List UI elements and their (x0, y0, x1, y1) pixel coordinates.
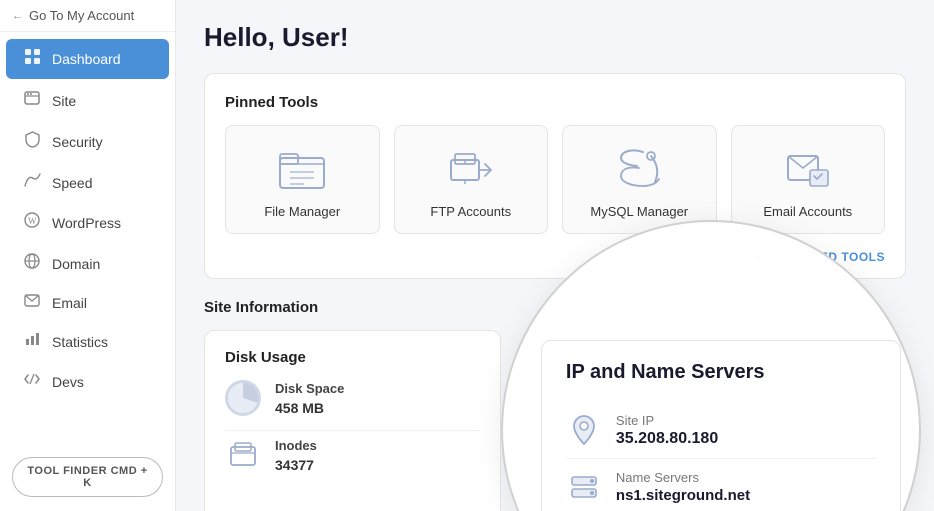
disk-usage-title: Disk Usage (225, 349, 480, 366)
security-label: Security (52, 134, 103, 150)
ftp-accounts-icon (441, 144, 501, 194)
ip-name-servers-card: IP and Name Servers Site IP 35.208.80.18… (541, 340, 901, 511)
ip-card-title: IP and Name Servers (566, 361, 876, 384)
domain-icon (22, 253, 42, 274)
name-servers-label: Name Servers (616, 470, 750, 485)
inodes-label: Inodes (275, 438, 317, 453)
sidebar-item-domain[interactable]: Domain (6, 244, 169, 283)
site-ip-label: Site IP (616, 413, 718, 428)
sidebar-nav: Dashboard Site Security (0, 32, 175, 447)
speed-label: Speed (52, 175, 92, 191)
tool-ftp-accounts[interactable]: FTP Accounts (394, 125, 549, 234)
sidebar-item-wordpress[interactable]: W WordPress (6, 203, 169, 242)
tool-mysql-manager[interactable]: MySQL Manager (562, 125, 717, 234)
site-ip-row: Site IP 35.208.80.180 (566, 402, 876, 459)
ftp-accounts-label: FTP Accounts (430, 204, 511, 219)
go-to-account-label: Go To My Account (29, 8, 134, 23)
domain-label: Domain (52, 256, 100, 272)
site-ip-icon (566, 412, 602, 448)
wordpress-icon: W (22, 212, 42, 233)
pinned-tools-grid: File Manager FTP Accounts (225, 125, 885, 234)
dashboard-label: Dashboard (52, 51, 121, 67)
sidebar-item-security[interactable]: Security (6, 122, 169, 162)
tool-finder-button[interactable]: TOOL FINDER CMD + K (12, 457, 163, 497)
sidebar-item-statistics[interactable]: Statistics (6, 323, 169, 360)
inodes-row: Inodes 34377 (225, 437, 480, 473)
mysql-manager-icon (609, 144, 669, 194)
devs-label: Devs (52, 374, 84, 390)
disk-space-pie-icon (225, 380, 261, 416)
sidebar-item-email[interactable]: Email (6, 285, 169, 321)
disk-space-label: Disk Space (275, 381, 344, 396)
dashboard-icon (22, 48, 42, 70)
email-accounts-icon (778, 144, 838, 194)
speed-icon (22, 173, 42, 192)
file-manager-icon (272, 144, 332, 194)
sidebar-item-site[interactable]: Site (6, 81, 169, 120)
site-ip-value: 35.208.80.180 (616, 430, 718, 448)
file-manager-label: File Manager (264, 204, 340, 219)
disk-space-row: Disk Space 458 MB (225, 380, 480, 416)
mysql-manager-label: MySQL Manager (590, 204, 688, 219)
inodes-icon (225, 437, 261, 473)
email-label: Email (52, 295, 87, 311)
wordpress-label: WordPress (52, 215, 121, 231)
site-information-section: Site Information Disk Usage Disk Space 4… (204, 299, 906, 511)
site-icon (22, 90, 42, 111)
page-greeting: Hello, User! (204, 22, 906, 53)
name-servers-row: Name Servers ns1.siteground.net (566, 459, 876, 511)
ip-servers-overlay: IP and Name Servers Site IP 35.208.80.18… (521, 330, 906, 511)
back-arrow-icon: ← (12, 10, 23, 22)
inodes-value: 34377 (275, 457, 317, 473)
svg-text:W: W (28, 216, 37, 226)
tool-email-accounts[interactable]: Email Accounts (731, 125, 886, 234)
pinned-tools-title: Pinned Tools (225, 94, 885, 111)
statistics-label: Statistics (52, 334, 108, 350)
security-icon (22, 131, 42, 153)
main-content: Hello, User! Pinned Tools File Manager (176, 0, 934, 511)
tool-file-manager[interactable]: File Manager (225, 125, 380, 234)
disk-space-value: 458 MB (275, 400, 344, 416)
sidebar: ← Go To My Account Dashboard (0, 0, 176, 511)
sidebar-item-dashboard[interactable]: Dashboard (6, 39, 169, 79)
site-label: Site (52, 93, 76, 109)
disk-usage-card: Disk Usage Disk Space 458 MB (204, 330, 501, 511)
statistics-icon (22, 332, 42, 351)
name-servers-icon (566, 469, 602, 505)
sidebar-item-devs[interactable]: Devs (6, 362, 169, 401)
name-servers-value: ns1.siteground.net (616, 487, 750, 504)
sidebar-item-speed[interactable]: Speed (6, 164, 169, 201)
devs-icon (22, 371, 42, 392)
email-icon (22, 294, 42, 312)
go-to-my-account-link[interactable]: ← Go To My Account (0, 0, 175, 32)
email-accounts-label: Email Accounts (763, 204, 852, 219)
